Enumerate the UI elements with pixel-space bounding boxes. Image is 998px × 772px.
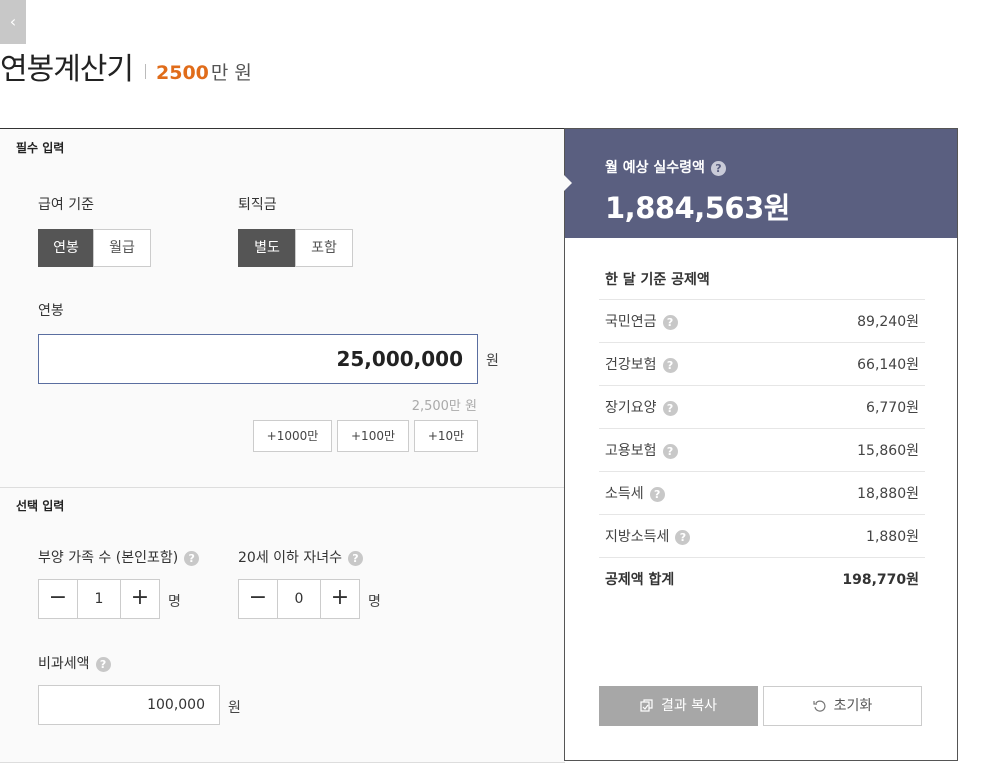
dependents-value[interactable]: 1 xyxy=(78,579,120,619)
children-plus-button[interactable]: + xyxy=(320,579,360,619)
deduction-amount: 15,860원 xyxy=(857,443,919,459)
deduction-name: 장기요양? xyxy=(605,397,678,417)
help-icon[interactable]: ? xyxy=(662,400,678,416)
help-icon[interactable]: ? xyxy=(662,314,678,330)
severance-included-button[interactable]: 포함 xyxy=(295,229,353,267)
help-icon[interactable]: ? xyxy=(348,550,363,566)
add-1m-button[interactable]: +100만 xyxy=(337,420,409,452)
children-minus-button[interactable]: − xyxy=(238,579,278,619)
help-icon[interactable]: ? xyxy=(675,529,691,545)
dependents-label: 부양 가족 수 (본인포함)? xyxy=(38,547,200,567)
deduction-row: 건강보험? 66,140원 xyxy=(599,342,925,385)
help-icon[interactable]: ? xyxy=(662,357,678,373)
pay-basis-annual-button[interactable]: 연봉 xyxy=(38,229,94,267)
deduction-row: 장기요양? 6,770원 xyxy=(599,385,925,428)
dependents-label-text: 부양 가족 수 (본인포함) xyxy=(38,550,179,566)
deduction-amount: 89,240원 xyxy=(857,314,919,330)
deductions-title: 한 달 기준 공제액 xyxy=(605,272,710,288)
add-10m-button[interactable]: +1000만 xyxy=(253,420,332,452)
title-divider xyxy=(145,64,146,79)
dependents-plus-button[interactable]: + xyxy=(120,579,160,619)
result-panel: 월 예상 실수령액? 1,884,563원 한 달 기준 공제액 국민연금? 8… xyxy=(564,128,958,761)
help-icon[interactable]: ? xyxy=(710,160,726,176)
optional-section-title: 선택 입력 xyxy=(16,499,65,513)
severance-label: 퇴직금 xyxy=(238,197,277,213)
deductions-list: 국민연금? 89,240원 건강보험? 66,140원 장기요양? 6,770원… xyxy=(599,299,925,600)
page-header: 연봉계산기 2500 만 원 xyxy=(0,44,252,87)
help-icon[interactable]: ? xyxy=(184,550,200,566)
deduction-row: 고용보험? 15,860원 xyxy=(599,428,925,471)
deduction-amount: 18,880원 xyxy=(857,486,919,502)
children-value[interactable]: 0 xyxy=(278,579,320,619)
salary-unit: 원 xyxy=(486,353,499,369)
deduction-total-amount: 198,770원 xyxy=(842,572,919,588)
deduction-name: 고용보험? xyxy=(605,440,678,460)
severance-toggle: 별도 포함 xyxy=(238,229,353,267)
chevron-left-icon: ‹ xyxy=(9,12,17,31)
copy-result-button[interactable]: 결과 복사 xyxy=(599,686,758,726)
deduction-amount: 6,770원 xyxy=(866,400,919,416)
deduction-row: 소득세? 18,880원 xyxy=(599,471,925,514)
deduction-row: 지방소득세? 1,880원 xyxy=(599,514,925,557)
pay-basis-monthly-button[interactable]: 월급 xyxy=(93,229,151,267)
add-100k-button[interactable]: +10만 xyxy=(414,420,478,452)
deduction-name: 소득세? xyxy=(605,483,665,503)
salary-hint: 2,500만 원 xyxy=(411,399,477,414)
title-amount-unit: 만 원 xyxy=(210,62,252,84)
result-label: 월 예상 실수령액? xyxy=(605,157,726,177)
deduction-name: 건강보험? xyxy=(605,354,678,374)
help-icon[interactable]: ? xyxy=(649,486,665,502)
nontax-unit: 원 xyxy=(228,700,241,716)
children-label-text: 20세 이하 자녀수 xyxy=(238,550,342,566)
pay-basis-toggle: 연봉 월급 xyxy=(38,229,151,267)
section-divider xyxy=(0,487,565,488)
severance-separate-button[interactable]: 별도 xyxy=(238,229,296,267)
dependents-minus-button[interactable]: − xyxy=(38,579,78,619)
salary-input[interactable]: 25,000,000 xyxy=(38,334,478,384)
pointer-arrow xyxy=(564,175,572,191)
deduction-total-name: 공제액 합계 xyxy=(605,572,675,588)
deduction-row: 국민연금? 89,240원 xyxy=(599,299,925,342)
page-title: 연봉계산기 xyxy=(0,52,134,87)
pay-basis-label: 급여 기준 xyxy=(38,197,94,213)
back-button[interactable]: ‹ xyxy=(0,0,26,44)
input-panel: 필수 입력 급여 기준 연봉 월급 퇴직금 별도 포함 연봉 25,000,00… xyxy=(0,128,565,763)
help-icon[interactable]: ? xyxy=(662,443,678,459)
help-icon[interactable]: ? xyxy=(95,656,111,672)
children-unit: 명 xyxy=(368,594,381,610)
deduction-name: 지방소득세? xyxy=(605,526,691,546)
net-monthly-pay: 1,884,563원 xyxy=(605,191,790,225)
copy-icon xyxy=(640,698,653,714)
reset-label: 초기화 xyxy=(833,698,873,714)
copy-result-label: 결과 복사 xyxy=(661,698,717,714)
result-summary: 월 예상 실수령액? 1,884,563원 xyxy=(564,129,957,238)
nontax-input[interactable]: 100,000 xyxy=(38,685,220,725)
result-label-text: 월 예상 실수령액 xyxy=(605,160,705,176)
deduction-amount: 66,140원 xyxy=(857,357,919,373)
deduction-total-row: 공제액 합계 198,770원 xyxy=(599,557,925,600)
reset-button[interactable]: 초기화 xyxy=(763,686,922,726)
deduction-name: 국민연금? xyxy=(605,311,678,331)
children-stepper: − 0 + xyxy=(238,579,360,619)
title-amount: 2500 xyxy=(156,62,209,84)
nontax-label: 비과세액? xyxy=(38,653,111,673)
required-section-title: 필수 입력 xyxy=(16,141,65,155)
dependents-unit: 명 xyxy=(168,594,181,610)
salary-label: 연봉 xyxy=(38,303,64,319)
reset-icon xyxy=(813,698,826,714)
dependents-stepper: − 1 + xyxy=(38,579,160,619)
deduction-amount: 1,880원 xyxy=(866,529,919,545)
nontax-label-text: 비과세액 xyxy=(38,656,90,672)
children-label: 20세 이하 자녀수? xyxy=(238,547,363,567)
